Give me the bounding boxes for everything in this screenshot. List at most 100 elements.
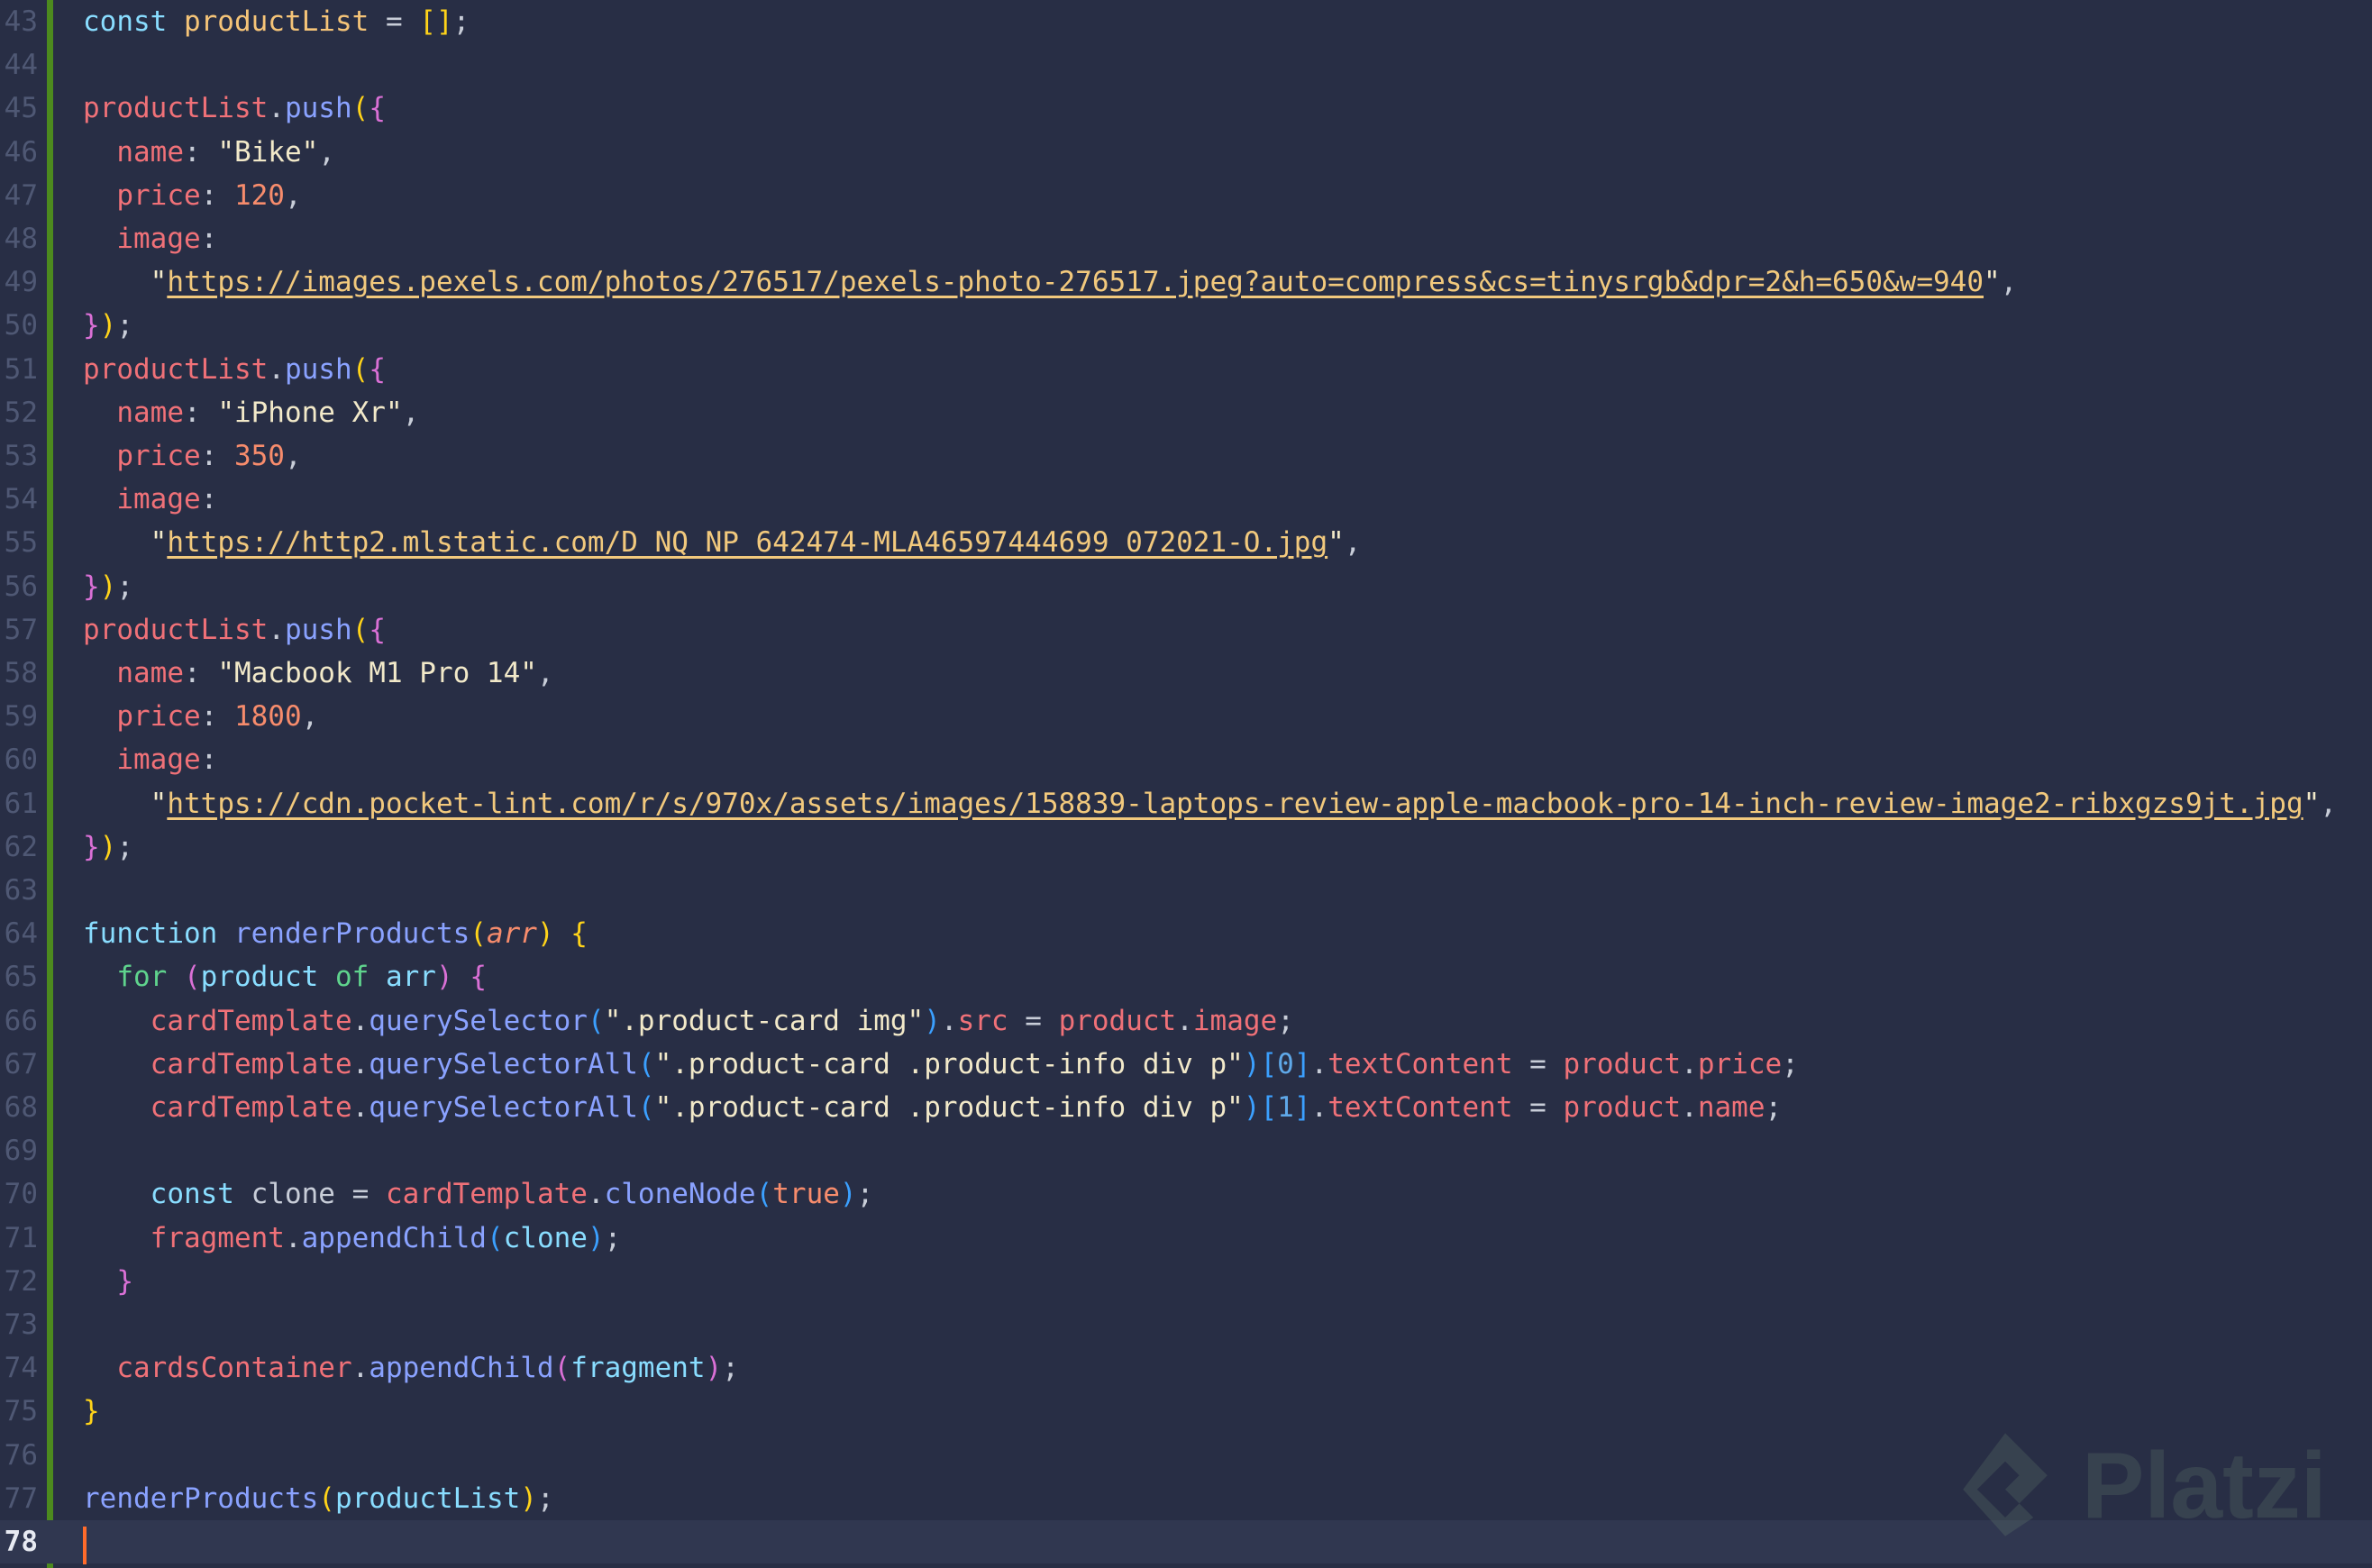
- url-link[interactable]: https://cdn.pocket-lint.com/r/s/970x/ass…: [167, 788, 2303, 820]
- code-line[interactable]: 72 }: [0, 1260, 2372, 1303]
- line-code: productList.push({: [83, 348, 386, 391]
- code-token: ": [2303, 787, 2321, 820]
- code-token: .: [351, 1004, 369, 1037]
- code-token: .: [587, 1178, 605, 1211]
- code-line[interactable]: 43 const productList = [];: [0, 0, 2372, 43]
- code-token: "Macbook M1 Pro 14": [217, 657, 537, 689]
- line-number: 50: [4, 309, 38, 342]
- code-token: {: [369, 352, 386, 386]
- code-token: (: [637, 1091, 655, 1124]
- code-token: textContent: [1327, 1047, 1513, 1080]
- code-line[interactable]: 74 cardsContainer.appendChild(fragment);: [0, 1346, 2372, 1390]
- code-line[interactable]: 59 price: 1800,: [0, 695, 2372, 738]
- code-line[interactable]: 70 const clone = cardTemplate.cloneNode(…: [0, 1172, 2372, 1216]
- code-token: ;: [452, 5, 470, 38]
- code-line[interactable]: 49 "https://images.pexels.com/photos/276…: [0, 260, 2372, 304]
- code-token: ): [99, 570, 117, 603]
- code-token: image: [116, 223, 201, 255]
- code-token: product: [1563, 1091, 1682, 1124]
- code-line[interactable]: 54 image:: [0, 478, 2372, 521]
- code-line[interactable]: 58 name: "Macbook M1 Pro 14",: [0, 652, 2372, 695]
- line-code: price: 350,: [83, 434, 301, 478]
- line-number: 74: [4, 1352, 38, 1385]
- code-token: ": [1984, 266, 2001, 299]
- line-code: price: 1800,: [83, 695, 318, 738]
- line-code: image:: [83, 217, 217, 260]
- code-line[interactable]: 68 cardTemplate.querySelectorAll(".produ…: [0, 1086, 2372, 1129]
- code-token: appendChild: [301, 1221, 487, 1254]
- line-number: 45: [4, 92, 38, 125]
- text-cursor: [83, 1527, 87, 1564]
- code-token: .: [351, 1352, 369, 1385]
- line-code: cardTemplate.querySelectorAll(".product-…: [83, 1043, 1799, 1086]
- code-token: :: [183, 396, 218, 429]
- code-token: :: [200, 700, 234, 734]
- code-line[interactable]: 46 name: "Bike",: [0, 131, 2372, 174]
- platzi-logo-icon: [1963, 1433, 2048, 1536]
- code-token: (: [553, 1352, 571, 1385]
- code-line[interactable]: 62});: [0, 825, 2372, 869]
- code-line[interactable]: 44: [0, 43, 2372, 87]
- code-token: cardTemplate: [150, 1047, 352, 1080]
- code-line[interactable]: 45 productList.push({: [0, 87, 2372, 130]
- code-line[interactable]: 55 "https://http2.mlstatic.com/D_NQ_NP_6…: [0, 521, 2372, 564]
- code-token: appendChild: [369, 1352, 554, 1385]
- code-token: .: [351, 1091, 369, 1124]
- code-token: .: [940, 1004, 958, 1037]
- code-line[interactable]: 57 productList.push({: [0, 608, 2372, 652]
- code-line[interactable]: 66 cardTemplate.querySelector(".product-…: [0, 999, 2372, 1043]
- code-token: cardTemplate: [150, 1091, 352, 1124]
- code-token: ;: [856, 1178, 874, 1211]
- code-line[interactable]: 73: [0, 1303, 2372, 1346]
- line-number: 64: [4, 917, 38, 951]
- code-token: ;: [604, 1221, 622, 1254]
- url-link[interactable]: https://http2.mlstatic.com/D_NQ_NP_64247…: [167, 526, 1327, 559]
- line-number: 51: [4, 352, 38, 386]
- platzi-watermark: Platzi: [1947, 1415, 2361, 1559]
- code-line[interactable]: 61 "https://cdn.pocket-lint.com/r/s/970x…: [0, 782, 2372, 825]
- code-line[interactable]: 67 cardTemplate.querySelectorAll(".produ…: [0, 1043, 2372, 1086]
- code-editor[interactable]: 43 const productList = []; 44 45 productList…: [0, 0, 2372, 1568]
- code-line[interactable]: 60 image:: [0, 738, 2372, 781]
- code-token: .: [1310, 1091, 1328, 1124]
- code-line[interactable]: 63: [0, 869, 2372, 912]
- code-line[interactable]: 56});: [0, 565, 2372, 608]
- line-number: 62: [4, 830, 38, 863]
- code-token: 0: [1277, 1047, 1294, 1080]
- url-link[interactable]: https://images.pexels.com/photos/276517/…: [167, 266, 1984, 298]
- code-line[interactable]: 48 image:: [0, 217, 2372, 260]
- code-line[interactable]: 52 name: "iPhone Xr",: [0, 391, 2372, 434]
- code-token: }: [83, 309, 100, 342]
- code-token: =: [1512, 1047, 1564, 1080]
- line-code: }: [83, 1390, 100, 1433]
- code-line[interactable]: 53 price: 350,: [0, 434, 2372, 478]
- code-token: querySelectorAll: [369, 1091, 638, 1124]
- line-number: 68: [4, 1091, 38, 1124]
- code-line[interactable]: 71 fragment.appendChild(clone);: [0, 1217, 2372, 1260]
- code-line[interactable]: 69: [0, 1129, 2372, 1172]
- code-token: price: [1697, 1047, 1783, 1080]
- code-line[interactable]: 65 for (product of arr) {: [0, 955, 2372, 998]
- line-number: 48: [4, 223, 38, 255]
- code-token: ,: [284, 178, 302, 212]
- code-token: push: [284, 352, 352, 386]
- line-number: 78: [4, 1526, 38, 1558]
- code-line[interactable]: 50});: [0, 304, 2372, 347]
- line-number: 44: [4, 49, 38, 82]
- code-line[interactable]: 51 productList.push({: [0, 348, 2372, 391]
- code-token: querySelectorAll: [369, 1047, 638, 1080]
- code-token: image: [1192, 1004, 1278, 1037]
- code-token: 1800: [233, 700, 302, 734]
- line-code: function renderProducts(arr) {: [83, 912, 588, 955]
- line-number: 76: [4, 1438, 38, 1472]
- code-line[interactable]: 64 function renderProducts(arr) {: [0, 912, 2372, 955]
- code-token: ): [924, 1004, 941, 1037]
- line-number: 52: [4, 396, 38, 429]
- code-token: ": [150, 266, 168, 299]
- code-token: cardTemplate: [385, 1178, 588, 1211]
- code-token: const: [150, 1178, 251, 1211]
- code-line[interactable]: 47 price: 120,: [0, 174, 2372, 217]
- code-token: .: [268, 92, 285, 125]
